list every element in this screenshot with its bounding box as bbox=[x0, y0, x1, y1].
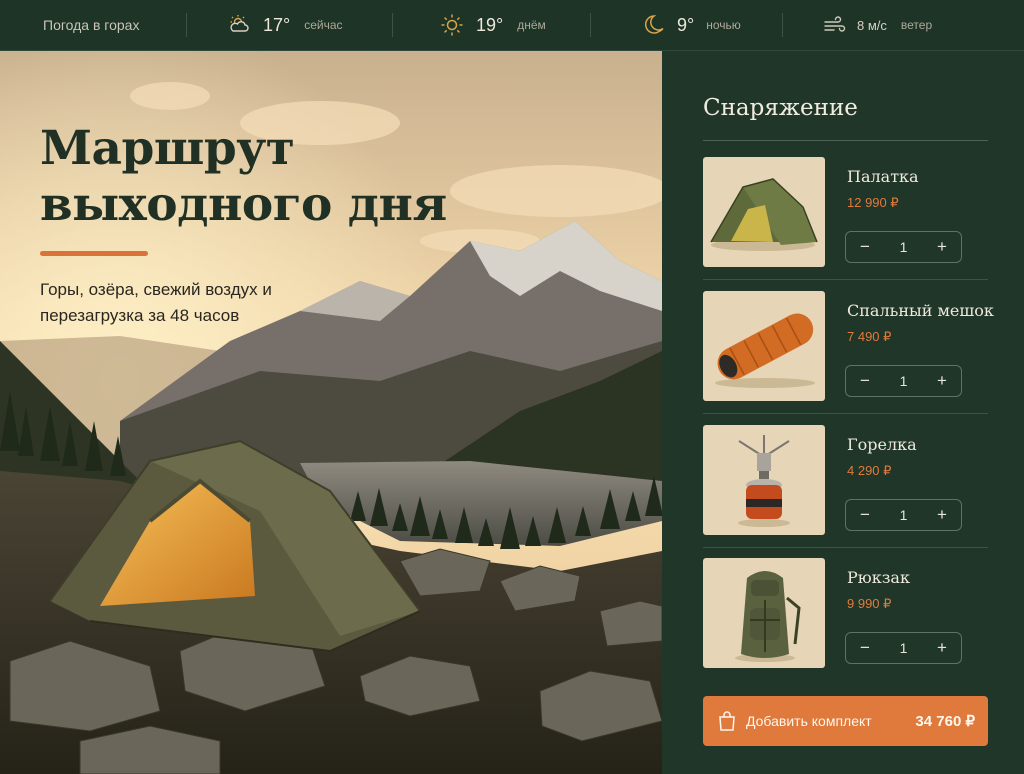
partly-cloudy-icon bbox=[227, 13, 251, 37]
quantity-stepper: − 1 + bbox=[845, 365, 962, 397]
add-kit-button[interactable]: Добавить комплект 34 760 ₽ bbox=[703, 696, 988, 746]
product-price: 7 490 ₽ bbox=[847, 329, 892, 344]
weather-now: 17° сейчас bbox=[186, 0, 392, 50]
quantity-stepper: − 1 + bbox=[845, 231, 962, 263]
product-image bbox=[703, 157, 825, 267]
weather-night: 9° ночью bbox=[590, 0, 782, 50]
product-name: Спальный мешок bbox=[847, 301, 994, 320]
quantity-value: 1 bbox=[899, 239, 908, 255]
weather-wind: 8 м/с ветер bbox=[782, 0, 1024, 50]
increase-button[interactable]: + bbox=[923, 232, 961, 262]
weather-title: Погода в горах bbox=[43, 17, 140, 33]
decrease-button[interactable]: − bbox=[846, 232, 884, 262]
hero-title: Маршрут выходного дня bbox=[40, 121, 447, 232]
moon-icon bbox=[643, 13, 667, 37]
divider bbox=[703, 140, 988, 141]
increase-button[interactable]: + bbox=[923, 633, 961, 663]
temp-day: 19° bbox=[476, 14, 504, 35]
product-name: Горелка bbox=[847, 435, 917, 454]
gear-title: Снаряжение bbox=[703, 95, 858, 121]
quantity-stepper: − 1 + bbox=[845, 632, 962, 664]
product-image bbox=[703, 558, 825, 668]
sleeping-bag-icon bbox=[715, 313, 815, 388]
divider bbox=[186, 13, 187, 37]
quantity-value: 1 bbox=[899, 373, 908, 389]
temp-night-label: ночью bbox=[706, 18, 741, 32]
divider bbox=[782, 13, 783, 37]
quantity-value: 1 bbox=[899, 640, 908, 656]
product-image bbox=[703, 425, 825, 535]
divider bbox=[590, 13, 591, 37]
wind-icon bbox=[823, 13, 847, 37]
weather-day: 19° днём bbox=[392, 0, 590, 50]
temp-night: 9° bbox=[677, 14, 695, 35]
title-underline bbox=[40, 251, 148, 256]
product-price: 4 290 ₽ bbox=[847, 463, 892, 478]
hero-banner: Маршрут выходного дня Горы, озёра, свежи… bbox=[0, 51, 662, 774]
product-card: Палатка 12 990 ₽ − 1 + bbox=[703, 157, 988, 267]
product-card: Рюкзак 9 990 ₽ − 1 + bbox=[703, 558, 988, 668]
increase-button[interactable]: + bbox=[923, 500, 961, 530]
hero-subtitle: Горы, озёра, свежий воздух и перезагрузк… bbox=[40, 280, 272, 325]
weather-bar: Погода в горах 17° сейчас 19° днём 9° но… bbox=[0, 0, 1024, 51]
decrease-button[interactable]: − bbox=[846, 366, 884, 396]
shopping-bag-icon bbox=[719, 711, 735, 731]
burner-icon bbox=[738, 435, 790, 527]
product-card: Спальный мешок 7 490 ₽ − 1 + bbox=[703, 291, 994, 401]
product-card: Горелка 4 290 ₽ − 1 + bbox=[703, 425, 988, 535]
kit-total-price: 34 760 ₽ bbox=[915, 713, 975, 730]
sun-icon bbox=[440, 13, 464, 37]
gear-panel: Снаряжение Палатка 12 990 ₽ − 1 + Спальн… bbox=[662, 51, 1024, 774]
quantity-stepper: − 1 + bbox=[845, 499, 962, 531]
add-kit-label: Добавить комплект bbox=[746, 713, 872, 729]
temp-day-label: днём bbox=[517, 18, 546, 32]
product-image bbox=[703, 291, 825, 401]
quantity-value: 1 bbox=[899, 507, 908, 523]
temp-now: 17° bbox=[263, 14, 291, 35]
product-price: 12 990 ₽ bbox=[847, 195, 899, 210]
tent-icon bbox=[710, 178, 818, 251]
decrease-button[interactable]: − bbox=[846, 500, 884, 530]
wind-speed: 8 м/с bbox=[857, 17, 887, 33]
backpack-icon bbox=[735, 571, 801, 662]
decrease-button[interactable]: − bbox=[846, 633, 884, 663]
divider bbox=[392, 13, 393, 37]
divider bbox=[703, 279, 988, 280]
wind-label: ветер bbox=[900, 18, 933, 32]
divider bbox=[703, 413, 988, 414]
product-name: Рюкзак bbox=[847, 568, 910, 587]
product-name: Палатка bbox=[847, 167, 919, 186]
product-price: 9 990 ₽ bbox=[847, 596, 892, 611]
temp-now-label: сейчас bbox=[304, 18, 343, 32]
increase-button[interactable]: + bbox=[923, 366, 961, 396]
divider bbox=[703, 547, 988, 548]
